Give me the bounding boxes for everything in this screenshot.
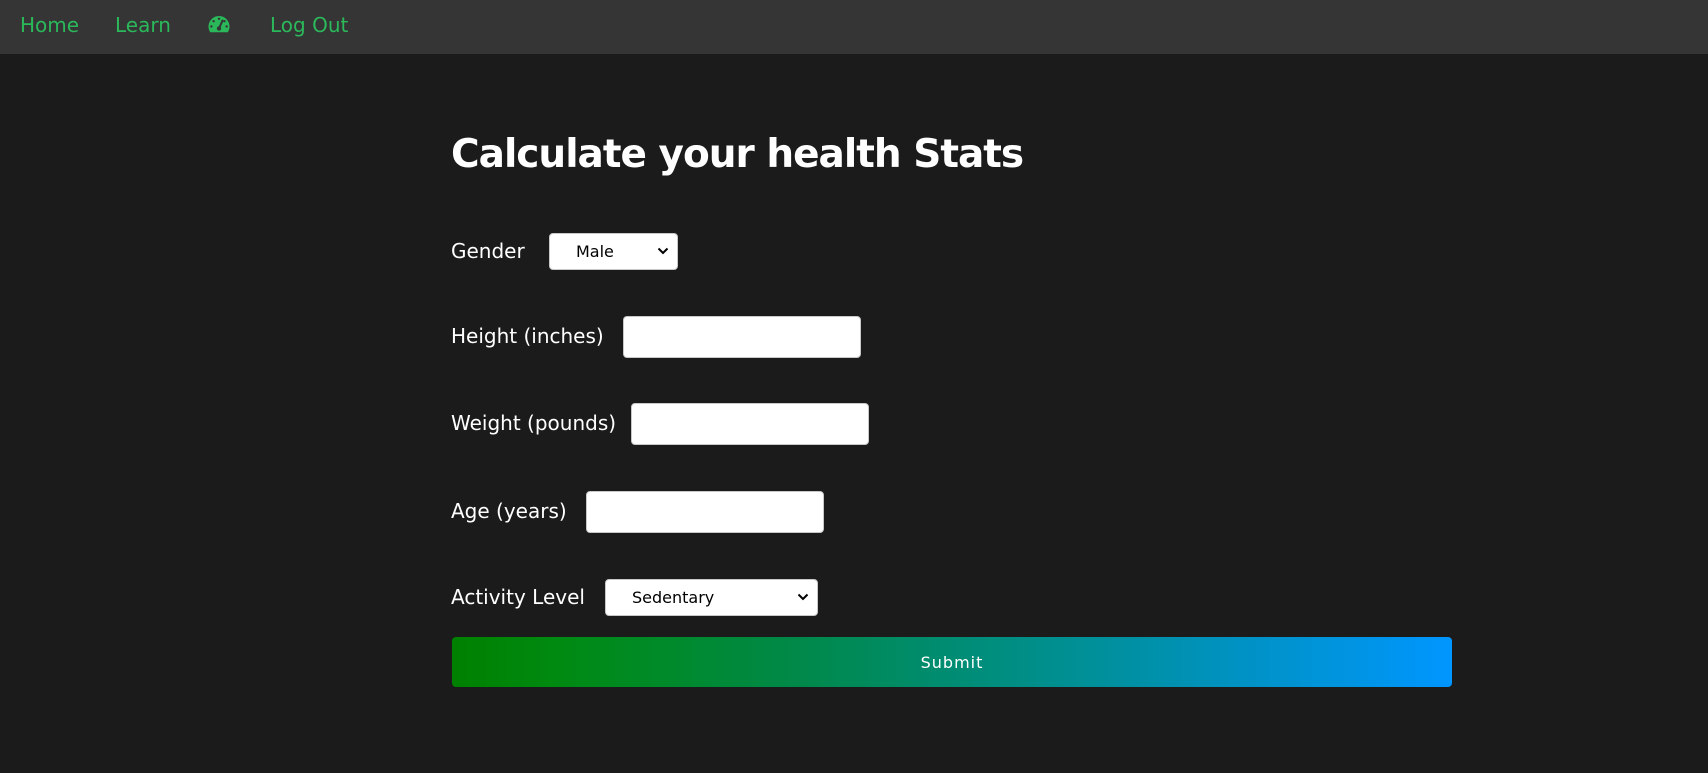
chevron-down-icon bbox=[797, 593, 809, 601]
gender-label: Gender bbox=[451, 239, 525, 263]
nav-learn-link[interactable]: Learn bbox=[115, 13, 171, 37]
activity-selected-value: Sedentary bbox=[632, 588, 715, 607]
top-navbar: Home Learn Log Out bbox=[0, 0, 1708, 54]
weight-input[interactable] bbox=[631, 403, 869, 445]
gender-selected-value: Male bbox=[576, 242, 614, 261]
nav-logout-link[interactable]: Log Out bbox=[270, 13, 348, 37]
page-title: Calculate your health Stats bbox=[451, 132, 1024, 177]
age-input[interactable] bbox=[586, 491, 824, 533]
gender-select[interactable]: Male bbox=[549, 233, 678, 270]
height-input[interactable] bbox=[623, 316, 861, 358]
activity-level-label: Activity Level bbox=[451, 585, 585, 609]
weight-label: Weight (pounds) bbox=[451, 411, 617, 435]
nav-home-link[interactable]: Home bbox=[20, 13, 79, 37]
submit-button[interactable]: Submit bbox=[452, 637, 1452, 687]
height-label: Height (inches) bbox=[451, 324, 604, 348]
speedometer-icon[interactable] bbox=[207, 14, 231, 34]
chevron-down-icon bbox=[657, 247, 669, 255]
activity-level-select[interactable]: Sedentary bbox=[605, 579, 818, 616]
age-label: Age (years) bbox=[451, 499, 567, 523]
